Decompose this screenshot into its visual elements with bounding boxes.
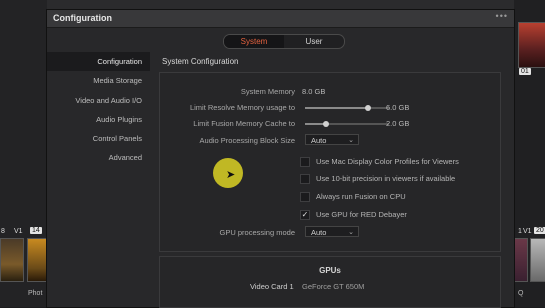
left-clip-caption: Phot — [28, 290, 43, 297]
app-top-bar — [0, 0, 545, 10]
left-track-number: 8 — [1, 228, 5, 235]
audio-block-select-value: Auto — [311, 136, 327, 145]
system-configuration-panel: System Memory 8.0 GB Limit Resolve Memor… — [159, 72, 501, 252]
left-media-thumbnail[interactable] — [0, 238, 24, 282]
right-clip-caption: Q — [518, 290, 524, 297]
checkbox-label: Always run Fusion on CPU — [316, 192, 406, 201]
dialog-title: Configuration — [53, 13, 112, 23]
resolve-memory-slider-fill — [305, 107, 368, 109]
audio-block-label: Audio Processing Block Size — [199, 136, 295, 145]
section-title: System Configuration — [162, 57, 239, 66]
gpu-mode-label: GPU processing mode — [219, 228, 295, 237]
right-clip-badge: 20 — [534, 227, 545, 234]
checkbox-label: Use GPU for RED Debayer — [316, 210, 407, 219]
checkbox-fusion-cpu[interactable] — [300, 192, 310, 202]
tab-system[interactable]: System — [224, 35, 284, 48]
system-memory-label: System Memory — [240, 87, 295, 96]
gpus-panel: GPUs Video Card 1 GeForce GT 650M — [159, 256, 501, 308]
right-clip-thumbnail-2[interactable] — [530, 238, 545, 282]
gpu-mode-select[interactable]: Auto ⌄ — [305, 226, 359, 237]
right-top-thumbnail[interactable] — [518, 22, 545, 68]
tab-user[interactable]: User — [284, 35, 344, 48]
gpus-title: GPUs — [319, 266, 341, 275]
audio-block-select[interactable]: Auto ⌄ — [305, 134, 359, 145]
resolve-memory-slider[interactable] — [305, 105, 389, 111]
right-track-number: 1 — [518, 228, 522, 235]
sidebar-item-configuration[interactable]: Configuration — [47, 52, 150, 72]
sidebar-item-advanced[interactable]: Advanced — [47, 148, 150, 167]
checkbox-gpu-red-debayer[interactable]: ✓ — [300, 210, 310, 220]
chevron-down-icon: ⌄ — [348, 137, 354, 144]
fusion-cache-slider[interactable] — [305, 121, 389, 127]
checkbox-mac-color-profiles[interactable] — [300, 157, 310, 167]
gpu-mode-select-value: Auto — [311, 228, 327, 237]
right-top-badge: 01 — [519, 68, 531, 75]
right-track-v1: V1 — [523, 228, 532, 235]
more-dots-icon[interactable]: ••• — [496, 11, 508, 21]
fusion-cache-value: 2.0 GB — [386, 119, 410, 128]
right-clip-thumbnail-1[interactable] — [514, 238, 528, 282]
checkbox-label: Use 10-bit precision in viewers if avail… — [316, 174, 456, 183]
video-card-value: GeForce GT 650M — [302, 282, 365, 291]
chevron-down-icon: ⌄ — [348, 229, 354, 236]
dialog-titlebar: Configuration ••• — [47, 10, 514, 28]
fusion-cache-slider-knob[interactable] — [323, 121, 329, 127]
app-right-panel: 01 1 V1 20 Q — [514, 0, 545, 307]
resolve-memory-slider-knob[interactable] — [365, 105, 371, 111]
left-clip-badge: 14 — [30, 227, 42, 234]
app-left-panel: 8 V1 14 Phot — [0, 0, 48, 307]
checkbox-10bit-precision[interactable] — [300, 174, 310, 184]
fusion-cache-label: Limit Fusion Memory Cache to — [193, 119, 295, 128]
resolve-memory-value: 6.0 GB — [386, 103, 410, 112]
configuration-dialog: Configuration ••• System User Configurat… — [47, 10, 514, 308]
checkbox-label: Use Mac Display Color Profiles for Viewe… — [316, 157, 459, 166]
mouse-pointer-icon: ➤ — [226, 169, 236, 181]
video-card-label: Video Card 1 — [250, 282, 294, 291]
system-user-toggle: System User — [223, 34, 345, 49]
resolve-memory-label: Limit Resolve Memory usage to — [189, 103, 295, 112]
system-memory-value: 8.0 GB — [302, 87, 326, 96]
left-track-v1: V1 — [14, 228, 23, 235]
left-clip-thumbnail[interactable] — [27, 238, 48, 282]
